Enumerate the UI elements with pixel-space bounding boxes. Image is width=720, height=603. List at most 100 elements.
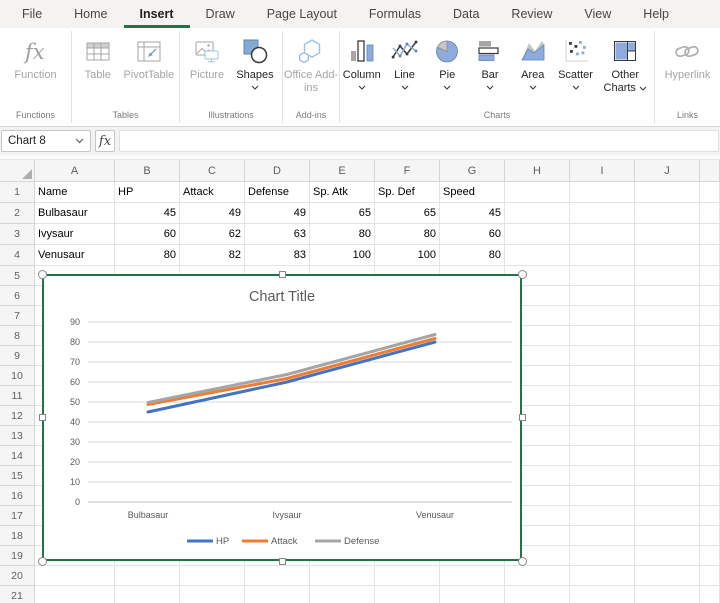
cell-j18[interactable] xyxy=(635,526,700,546)
row-header-3[interactable]: 3 xyxy=(0,224,35,245)
cell-partial-9[interactable] xyxy=(700,346,720,366)
tab-draw[interactable]: Draw xyxy=(190,0,251,28)
cell-j10[interactable] xyxy=(635,366,700,386)
row-header-8[interactable]: 8 xyxy=(0,326,35,346)
chart-handle-top-right[interactable] xyxy=(518,270,527,279)
tab-file[interactable]: File xyxy=(6,0,58,28)
other-charts-button[interactable]: Other Charts xyxy=(597,31,653,95)
cell-f4[interactable]: 100 xyxy=(375,245,440,266)
cell-j17[interactable] xyxy=(635,506,700,526)
cell-a21[interactable] xyxy=(35,586,115,603)
picture-button[interactable]: Picture xyxy=(186,31,228,82)
scatter-button[interactable]: Scatter xyxy=(555,31,597,90)
tab-formulas[interactable]: Formulas xyxy=(353,0,437,28)
cell-g4[interactable]: 80 xyxy=(440,245,505,266)
row-header-11[interactable]: 11 xyxy=(0,386,35,406)
cell-partial-4[interactable] xyxy=(700,245,720,266)
chart-handle-bottom-center[interactable] xyxy=(279,558,286,565)
cell-e3[interactable]: 80 xyxy=(310,224,375,245)
cell-e21[interactable] xyxy=(310,586,375,603)
column-header-i[interactable]: I xyxy=(570,160,635,182)
cell-e1[interactable]: Sp. Atk xyxy=(310,182,375,203)
cell-i5[interactable] xyxy=(570,266,635,286)
row-header-17[interactable]: 17 xyxy=(0,506,35,526)
cell-d21[interactable] xyxy=(245,586,310,603)
row-header-6[interactable]: 6 xyxy=(0,286,35,306)
chart-handle-top-center[interactable] xyxy=(279,271,286,278)
cell-i4[interactable] xyxy=(570,245,635,266)
row-header-19[interactable]: 19 xyxy=(0,546,35,566)
cell-partial-18[interactable] xyxy=(700,526,720,546)
row-header-15[interactable]: 15 xyxy=(0,466,35,486)
cell-j14[interactable] xyxy=(635,446,700,466)
cell-j5[interactable] xyxy=(635,266,700,286)
cell-d1[interactable]: Defense xyxy=(245,182,310,203)
cell-a4[interactable]: Venusaur xyxy=(35,245,115,266)
cell-partial-11[interactable] xyxy=(700,386,720,406)
cell-i8[interactable] xyxy=(570,326,635,346)
cell-d2[interactable]: 49 xyxy=(245,203,310,224)
row-header-13[interactable]: 13 xyxy=(0,426,35,446)
cell-j4[interactable] xyxy=(635,245,700,266)
cell-partial-8[interactable] xyxy=(700,326,720,346)
tab-view[interactable]: View xyxy=(568,0,627,28)
chart-handle-bottom-right[interactable] xyxy=(518,557,527,566)
cell-j1[interactable] xyxy=(635,182,700,203)
cell-h3[interactable] xyxy=(505,224,570,245)
cell-i2[interactable] xyxy=(570,203,635,224)
row-header-9[interactable]: 9 xyxy=(0,346,35,366)
cell-j6[interactable] xyxy=(635,286,700,306)
row-header-20[interactable]: 20 xyxy=(0,566,35,586)
table-button[interactable]: Table xyxy=(77,31,119,82)
chart-handle-middle-right[interactable] xyxy=(519,414,526,421)
cell-j11[interactable] xyxy=(635,386,700,406)
pie-button[interactable]: Pie xyxy=(426,31,468,90)
cell-f21[interactable] xyxy=(375,586,440,603)
cell-i15[interactable] xyxy=(570,466,635,486)
cell-h4[interactable] xyxy=(505,245,570,266)
cell-i19[interactable] xyxy=(570,546,635,566)
tab-review[interactable]: Review xyxy=(495,0,568,28)
cell-partial-2[interactable] xyxy=(700,203,720,224)
cell-j8[interactable] xyxy=(635,326,700,346)
cell-j2[interactable] xyxy=(635,203,700,224)
row-header-2[interactable]: 2 xyxy=(0,203,35,224)
cell-d4[interactable]: 83 xyxy=(245,245,310,266)
cell-e2[interactable]: 65 xyxy=(310,203,375,224)
cell-f2[interactable]: 65 xyxy=(375,203,440,224)
cell-c2[interactable]: 49 xyxy=(180,203,245,224)
cell-a2[interactable]: Bulbasaur xyxy=(35,203,115,224)
cell-b3[interactable]: 60 xyxy=(115,224,180,245)
cell-b4[interactable]: 80 xyxy=(115,245,180,266)
column-button[interactable]: Column xyxy=(341,31,383,90)
tab-data[interactable]: Data xyxy=(437,0,495,28)
cell-i18[interactable] xyxy=(570,526,635,546)
shapes-button[interactable]: Shapes xyxy=(234,31,276,90)
column-header-b[interactable]: B xyxy=(115,160,180,182)
cell-partial-19[interactable] xyxy=(700,546,720,566)
row-header-10[interactable]: 10 xyxy=(0,366,35,386)
cell-j15[interactable] xyxy=(635,466,700,486)
cell-i13[interactable] xyxy=(570,426,635,446)
cell-g3[interactable]: 60 xyxy=(440,224,505,245)
cell-i16[interactable] xyxy=(570,486,635,506)
cell-b20[interactable] xyxy=(115,566,180,586)
cell-j12[interactable] xyxy=(635,406,700,426)
row-header-12[interactable]: 12 xyxy=(0,406,35,426)
cell-h20[interactable] xyxy=(505,566,570,586)
cell-j19[interactable] xyxy=(635,546,700,566)
cell-c4[interactable]: 82 xyxy=(180,245,245,266)
column-header-partial[interactable] xyxy=(700,160,720,182)
pivottable-button[interactable]: PivotTable xyxy=(123,31,174,82)
cell-e4[interactable]: 100 xyxy=(310,245,375,266)
cell-f1[interactable]: Sp. Def xyxy=(375,182,440,203)
cell-h21[interactable] xyxy=(505,586,570,603)
insert-function-button[interactable]: fx xyxy=(95,130,115,152)
tab-page-layout[interactable]: Page Layout xyxy=(251,0,353,28)
cell-i20[interactable] xyxy=(570,566,635,586)
cell-i7[interactable] xyxy=(570,306,635,326)
tab-home[interactable]: Home xyxy=(58,0,123,28)
cell-j21[interactable] xyxy=(635,586,700,603)
bar-button[interactable]: Bar xyxy=(469,31,511,90)
tab-help[interactable]: Help xyxy=(627,0,685,28)
